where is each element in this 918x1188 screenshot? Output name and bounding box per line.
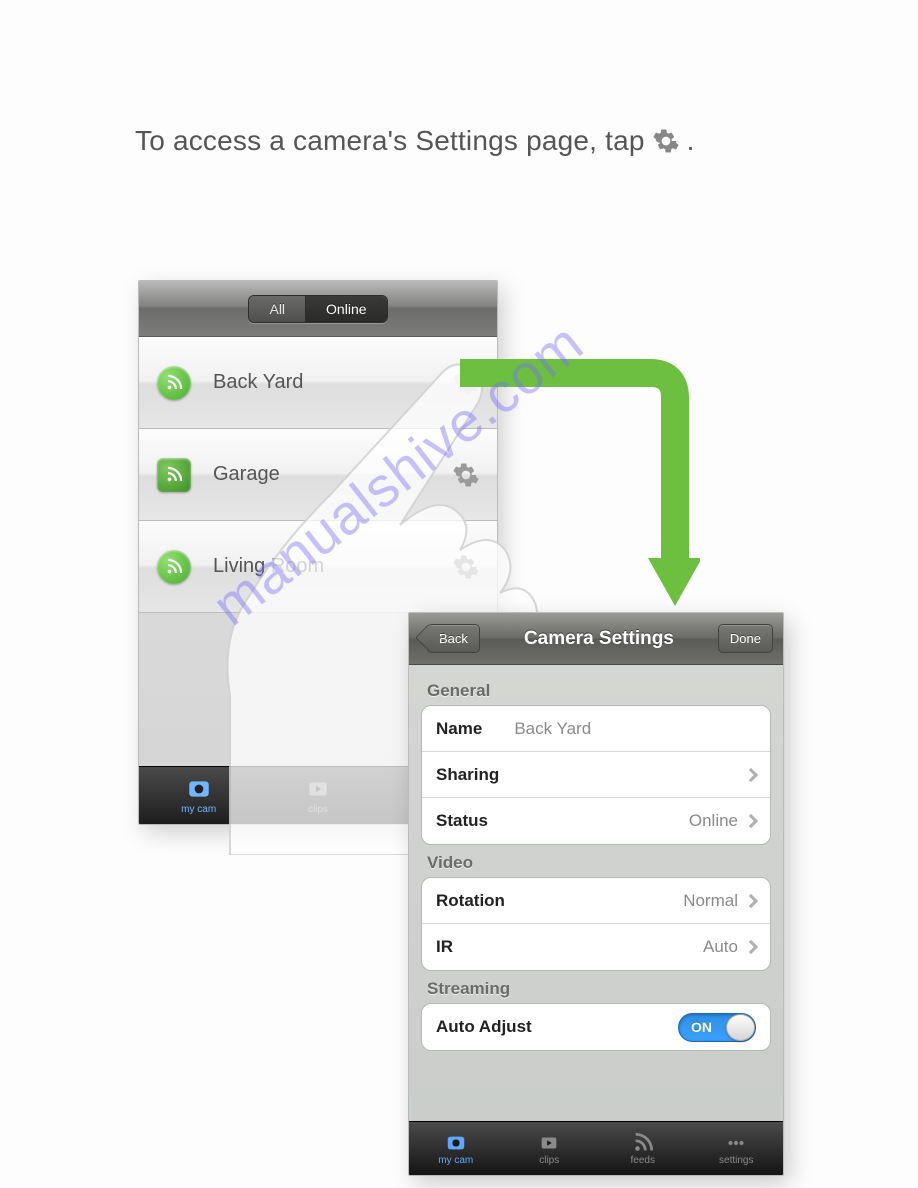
camera-list: Back Yard Garage Living Room xyxy=(139,337,497,613)
clips-icon xyxy=(305,776,331,802)
cell-label: IR xyxy=(436,937,453,957)
camera-name: Garage xyxy=(213,463,453,486)
nav-bar: Back Camera Settings Done xyxy=(409,613,783,665)
cell-label: Rotation xyxy=(436,891,505,911)
tab-feeds[interactable]: feeds xyxy=(596,1122,690,1175)
cell-value: Auto xyxy=(703,937,738,957)
tab-clips[interactable]: clips xyxy=(503,1122,597,1175)
cell-name[interactable]: Name Back Yard xyxy=(422,706,770,752)
camera-settings-gear[interactable] xyxy=(453,462,479,488)
tab-label: my cam xyxy=(438,1155,473,1166)
cell-auto-adjust[interactable]: Auto Adjust ON xyxy=(422,1004,770,1050)
rss-icon xyxy=(157,458,191,492)
cell-ir[interactable]: IR Auto xyxy=(422,924,770,970)
instruction-text: To access a camera's Settings page, tap … xyxy=(135,125,695,157)
group-video: Rotation Normal IR Auto xyxy=(421,877,771,971)
filter-all[interactable]: All xyxy=(249,296,306,322)
cell-value: Online xyxy=(689,811,738,831)
camera-row[interactable]: Back Yard xyxy=(139,337,497,429)
done-button[interactable]: Done xyxy=(718,624,773,653)
cell-rotation[interactable]: Rotation Normal xyxy=(422,878,770,924)
switch-label: ON xyxy=(691,1019,712,1035)
cell-label: Auto Adjust xyxy=(436,1017,532,1037)
cell-value: Back Yard xyxy=(514,719,591,739)
tab-bar: my cam clips feeds settings xyxy=(409,1121,783,1175)
tab-label: settings xyxy=(719,1155,753,1166)
group-header-video: Video xyxy=(427,853,765,873)
group-streaming: Auto Adjust ON xyxy=(421,1003,771,1051)
camera-settings-gear[interactable] xyxy=(453,554,479,580)
clips-icon xyxy=(537,1132,561,1154)
cell-sharing[interactable]: Sharing xyxy=(422,752,770,798)
group-general: Name Back Yard Sharing Status Online xyxy=(421,705,771,845)
tab-label: feeds xyxy=(631,1155,655,1166)
filter-bar: All Online xyxy=(139,281,497,337)
rss-icon xyxy=(157,550,191,584)
settings-body[interactable]: General Name Back Yard Sharing Status On… xyxy=(409,665,783,1121)
tab-my-cam[interactable]: my cam xyxy=(409,1122,503,1175)
illustration-stage: All Online Back Yard Garage xyxy=(130,280,790,1180)
camera-settings-screen: Back Camera Settings Done General Name B… xyxy=(408,612,784,1176)
chevron-right-icon xyxy=(744,940,758,954)
rss-icon xyxy=(157,366,191,400)
cell-value: Normal xyxy=(683,891,738,911)
camera-name: Living Room xyxy=(213,555,453,578)
chevron-right-icon xyxy=(744,893,758,907)
chevron-right-icon xyxy=(744,814,758,828)
cell-status[interactable]: Status Online xyxy=(422,798,770,844)
page-title: Camera Settings xyxy=(524,628,674,650)
back-button[interactable]: Back xyxy=(427,624,480,653)
group-header-general: General xyxy=(427,681,765,701)
tab-label: clips xyxy=(539,1155,559,1166)
camera-settings-gear[interactable] xyxy=(453,370,479,396)
tab-my-cam[interactable]: my cam xyxy=(139,767,258,824)
camera-row[interactable]: Living Room xyxy=(139,521,497,613)
cell-label: Sharing xyxy=(436,765,499,785)
instruction-suffix: . xyxy=(687,125,695,156)
chevron-right-icon xyxy=(744,767,758,781)
cell-label: Status xyxy=(436,811,488,831)
filter-online[interactable]: Online xyxy=(306,296,386,322)
instruction-prefix: To access a camera's Settings page, tap xyxy=(135,125,653,156)
switch-knob xyxy=(726,1014,755,1041)
feeds-icon xyxy=(631,1132,655,1154)
camera-name: Back Yard xyxy=(213,371,453,394)
tab-clips[interactable]: clips xyxy=(258,767,377,824)
tab-settings[interactable]: settings xyxy=(690,1122,784,1175)
camera-icon xyxy=(186,776,212,802)
group-header-streaming: Streaming xyxy=(427,979,765,999)
filter-segment: All Online xyxy=(248,295,387,323)
more-icon xyxy=(724,1132,748,1154)
cell-label: Name xyxy=(436,719,482,739)
switch-auto-adjust[interactable]: ON xyxy=(678,1013,756,1042)
gear-icon xyxy=(653,128,679,154)
tab-label: clips xyxy=(308,804,328,815)
camera-icon xyxy=(444,1132,468,1154)
camera-row[interactable]: Garage xyxy=(139,429,497,521)
tab-label: my cam xyxy=(181,804,216,815)
